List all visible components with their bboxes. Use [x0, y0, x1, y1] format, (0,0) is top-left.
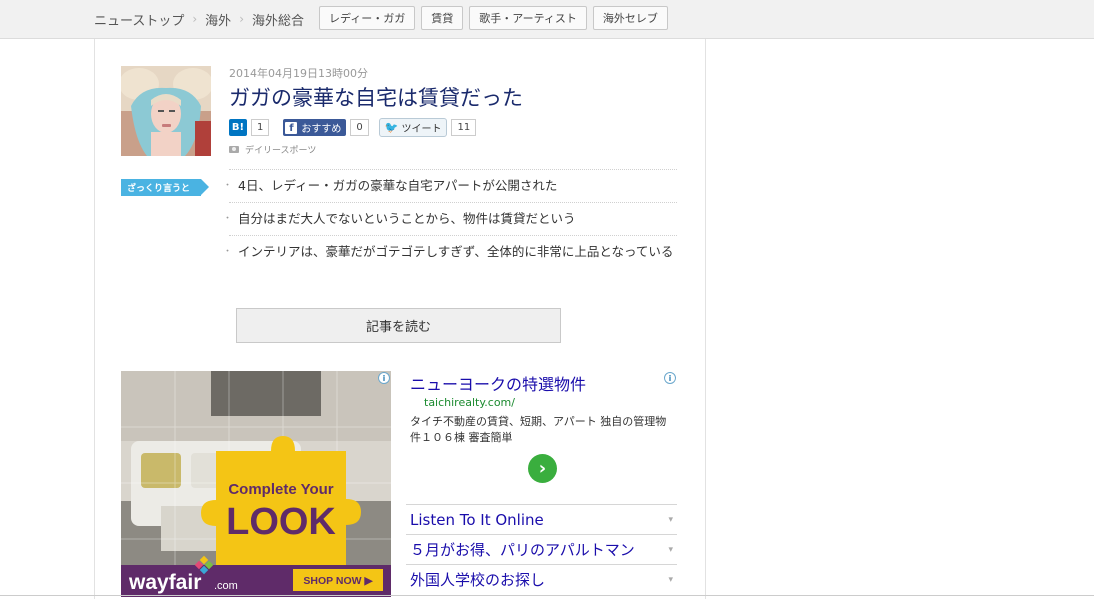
hatena-bookmark-icon[interactable]: B!	[229, 119, 247, 136]
summary-point: インテリアは、豪華だがゴテゴテしすぎず、全体的に非常に上品となっている	[223, 236, 677, 268]
camera-icon	[229, 146, 239, 153]
chevron-down-icon: ▾	[668, 544, 673, 555]
bottom-divider	[0, 595, 1094, 596]
facebook-count: 0	[350, 119, 369, 136]
tag-overseas-celeb[interactable]: 海外セレブ	[592, 6, 668, 30]
text-ad-title[interactable]: ニューヨークの特選物件	[410, 371, 586, 395]
tag-list: レディー・ガガ 賃貸 歌手・アーティスト 海外セレブ	[319, 6, 668, 30]
breadcrumb-overseas-general[interactable]: 海外総合	[252, 10, 304, 29]
article-source: デイリースポーツ	[229, 143, 316, 156]
ad-link[interactable]: Listen To It Online ▾	[406, 504, 677, 534]
tweet-button[interactable]: 🐦 ツイート	[378, 118, 448, 137]
ad-brand: wayfair	[128, 571, 201, 594]
tweet-count: 11	[451, 119, 477, 136]
twitter-bird-icon: 🐦	[384, 121, 399, 134]
hatena-count: 1	[251, 119, 270, 136]
tag-singer-artist[interactable]: 歌手・アーティスト	[469, 6, 587, 30]
ad-link[interactable]: 外国人学校のお探し ▾	[406, 564, 677, 594]
ad-link-label: 外国人学校のお探し	[410, 571, 546, 589]
breadcrumb-overseas[interactable]: 海外	[205, 10, 231, 29]
top-bar: ニューストップ › 海外 › 海外総合 レディー・ガガ 賃貸 歌手・アーティスト…	[0, 0, 1094, 39]
breadcrumb-separator: ›	[192, 12, 198, 26]
source-name[interactable]: デイリースポーツ	[245, 143, 316, 156]
article-title[interactable]: ガガの豪華な自宅は賃貸だった	[229, 82, 523, 112]
summary-points: 4日、レディー・ガガの豪華な自宅アパートが公開された 自分はまだ大人でないという…	[223, 170, 677, 268]
breadcrumb-news-top[interactable]: ニューストップ	[94, 10, 184, 29]
tag-lady-gaga[interactable]: レディー・ガガ	[319, 6, 416, 30]
facebook-icon: f	[285, 121, 298, 134]
summary-point: 4日、レディー・ガガの豪華な自宅アパートが公開された	[223, 170, 677, 203]
ad-brand-suffix: .com	[214, 580, 238, 592]
facebook-recommend-button[interactable]: f おすすめ	[283, 119, 347, 136]
chevron-down-icon: ▾	[668, 514, 673, 525]
facebook-recommend-label: おすすめ	[301, 124, 342, 135]
chevron-down-icon: ▾	[668, 574, 673, 585]
read-article-button[interactable]: 記事を読む	[236, 308, 561, 343]
ad-shop-now-button[interactable]: SHOP NOW ▶	[303, 575, 373, 587]
social-buttons: B! 1 f おすすめ 0 🐦 ツイート 11	[229, 118, 477, 137]
summary-badge: ざっくり言うと	[121, 179, 209, 196]
article-thumbnail[interactable]	[121, 66, 211, 156]
ad-link-label: ５月がお得、パリのアパルトマン	[410, 541, 635, 559]
text-ad-info-icon[interactable]: i	[664, 372, 676, 384]
image-ad[interactable]: Complete Your LOOK wayfair .com SHOP NOW…	[121, 371, 391, 597]
ad-headline-look: LOOK	[226, 501, 336, 543]
text-ad-description: タイチ不動産の賃貸、短期、アパート 独自の管理物件１０６棟 審査簡単	[410, 415, 667, 444]
text-ad-url[interactable]: taichirealty.com/	[424, 396, 515, 409]
breadcrumb: ニューストップ › 海外 › 海外総合	[94, 0, 304, 38]
article-date: 2014年04月19日13時00分	[229, 67, 368, 80]
breadcrumb-separator: ›	[239, 12, 244, 26]
ad-link[interactable]: ５月がお得、パリのアパルトマン ▾	[406, 534, 677, 564]
ad-headline: Complete Your	[228, 481, 333, 498]
ad-link-label: Listen To It Online	[410, 510, 544, 529]
ad-info-icon[interactable]: i	[378, 372, 390, 384]
summary-point: 自分はまだ大人でないということから、物件は賃貸だという	[223, 203, 677, 236]
tag-rental[interactable]: 賃貸	[421, 6, 464, 30]
text-ad-go-icon[interactable]: ›	[528, 454, 557, 483]
tweet-label: ツイート	[401, 124, 442, 135]
ad-link-list: Listen To It Online ▾ ５月がお得、パリのアパルトマン ▾ …	[406, 504, 677, 594]
